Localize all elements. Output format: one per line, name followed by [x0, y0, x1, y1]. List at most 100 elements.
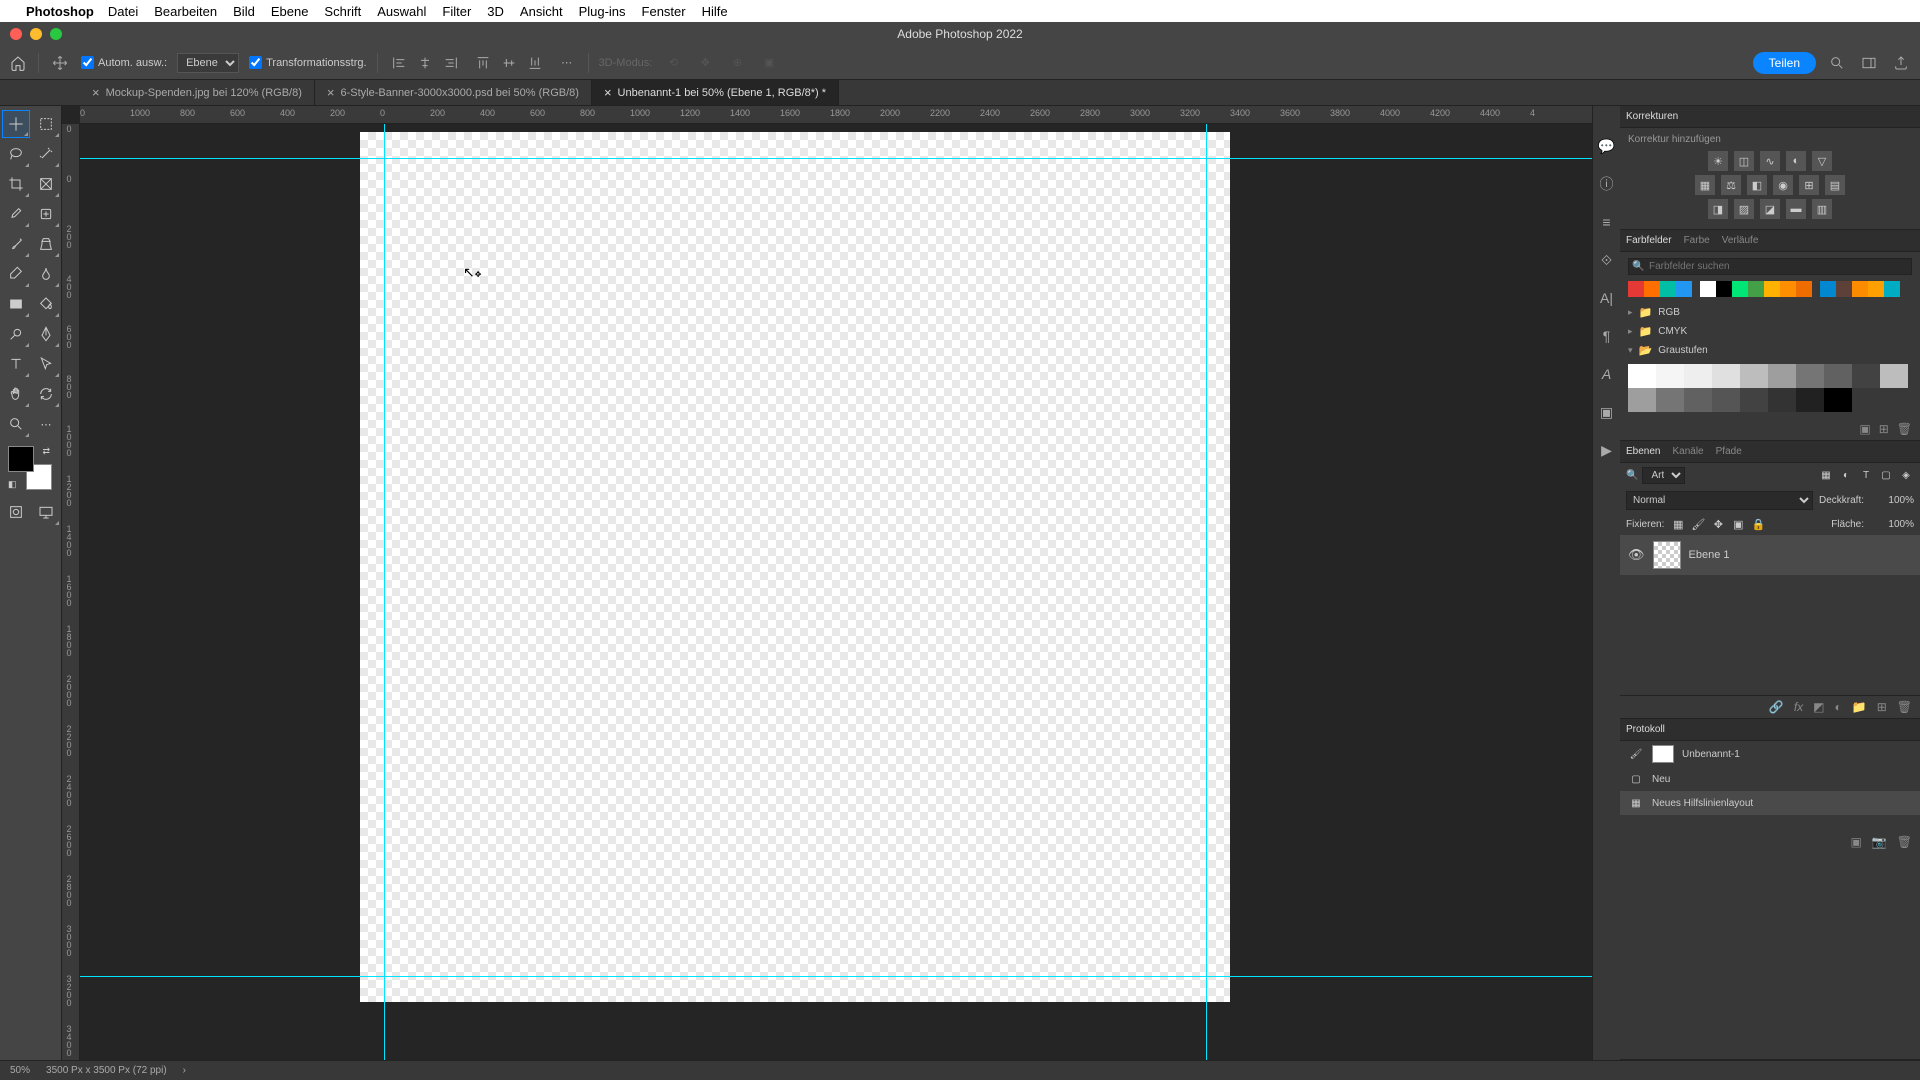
layer-thumbnail[interactable]	[1653, 541, 1681, 569]
panel-tab-farbe[interactable]: Farbe	[1684, 235, 1710, 246]
panel-tab-kanale[interactable]: Kanäle	[1672, 446, 1703, 457]
history-step[interactable]: ▦ Neues Hilfslinienlayout	[1620, 791, 1920, 815]
filter-shape-icon[interactable]: ▢	[1878, 468, 1894, 484]
menu-auswahl[interactable]: Auswahl	[377, 4, 426, 19]
history-document[interactable]: 🖌 Unbenannt-1	[1620, 741, 1920, 767]
glyphs-panel-icon[interactable]: A	[1597, 364, 1617, 384]
new-swatch-icon[interactable]: ⊞	[1879, 422, 1889, 436]
swatch[interactable]	[1732, 281, 1748, 297]
filter-type-icon[interactable]: T	[1858, 468, 1874, 484]
home-icon[interactable]	[8, 53, 28, 73]
swatch[interactable]	[1852, 364, 1880, 388]
comments-panel-icon[interactable]: 💬	[1597, 136, 1617, 156]
move-tool-icon[interactable]	[49, 52, 71, 74]
menu-schrift[interactable]: Schrift	[324, 4, 361, 19]
paragraph-panel-icon[interactable]: ¶	[1597, 326, 1617, 346]
history-brush-icon[interactable]: 🖌	[1628, 746, 1644, 762]
default-colors-icon[interactable]: ◧	[8, 479, 17, 490]
dodge-tool[interactable]	[2, 320, 30, 348]
black-white-icon[interactable]: ◧	[1747, 175, 1767, 195]
swatch[interactable]	[1868, 281, 1884, 297]
info-panel-icon[interactable]: ⓘ	[1597, 174, 1617, 194]
swatch[interactable]	[1884, 281, 1900, 297]
swatch[interactable]	[1796, 364, 1824, 388]
color-lookup-icon[interactable]: ▤	[1825, 175, 1845, 195]
swatch[interactable]	[1880, 364, 1908, 388]
align-left-icon[interactable]	[388, 52, 410, 74]
new-adjustment-layer-icon[interactable]: ◐	[1835, 700, 1842, 714]
auto-select-checkbox[interactable]: Autom. ausw.:	[81, 56, 167, 69]
lasso-tool[interactable]	[2, 140, 30, 168]
channel-mixer-icon[interactable]: ⊞	[1799, 175, 1819, 195]
align-top-icon[interactable]	[472, 52, 494, 74]
share-button[interactable]: Teilen	[1753, 52, 1816, 74]
lock-artboard-icon[interactable]: ▣	[1730, 516, 1746, 532]
more-options-icon[interactable]: ⋯	[556, 52, 578, 74]
ruler-horizontal[interactable]: 0100080060040020002004006008001000120014…	[80, 106, 1592, 124]
blend-mode-dropdown[interactable]: Normal	[1626, 491, 1813, 510]
gradient-map-icon[interactable]: ▬	[1786, 199, 1806, 219]
guide-horizontal[interactable]	[80, 976, 1592, 977]
swatch[interactable]	[1824, 364, 1852, 388]
swatch[interactable]	[1656, 388, 1684, 412]
panel-tab-farbfelder[interactable]: Farbfelder	[1626, 235, 1672, 246]
swatch[interactable]	[1836, 281, 1852, 297]
swap-colors-icon[interactable]: ⇄	[42, 446, 50, 457]
layer-mask-icon[interactable]: ◩	[1813, 700, 1824, 714]
panel-tab-protokoll[interactable]: Protokoll	[1626, 724, 1665, 735]
close-tab-icon[interactable]: ×	[92, 85, 100, 100]
selective-color-icon[interactable]: ▥	[1812, 199, 1832, 219]
layer-filter-dropdown[interactable]: Art	[1642, 467, 1685, 484]
doc-tab[interactable]: ×6-Style-Banner-3000x3000.psd bei 50% (R…	[315, 80, 592, 105]
vibrance-icon[interactable]: ▽	[1812, 151, 1832, 171]
quick-mask-tool[interactable]	[2, 498, 30, 526]
swatch[interactable]	[1628, 364, 1656, 388]
layer-visibility-icon[interactable]: 👁	[1628, 547, 1645, 563]
swatch[interactable]	[1716, 281, 1732, 297]
gradient-tool[interactable]	[32, 260, 60, 288]
history-step[interactable]: ▢ Neu	[1620, 767, 1920, 791]
transform-checkbox[interactable]: Transformationsstrg.	[249, 56, 366, 69]
align-right-icon[interactable]	[440, 52, 462, 74]
viewport[interactable]: ↖✥	[80, 124, 1592, 1060]
filter-pixel-icon[interactable]: ▦	[1818, 468, 1834, 484]
filter-adjustment-icon[interactable]: ◐	[1838, 468, 1854, 484]
swatch[interactable]	[1676, 281, 1692, 297]
zoom-tool[interactable]	[2, 410, 30, 438]
swatch-group-rgb[interactable]: ▸📁RGB	[1628, 303, 1912, 322]
menu-3d[interactable]: 3D	[487, 4, 504, 19]
character-panel-icon[interactable]: A|	[1597, 288, 1617, 308]
swatch[interactable]	[1656, 364, 1684, 388]
swatch[interactable]	[1712, 388, 1740, 412]
rectangle-tool[interactable]	[2, 290, 30, 318]
swatch-group-cmyk[interactable]: ▸📁CMYK	[1628, 322, 1912, 341]
new-layer-icon[interactable]: ⊞	[1877, 700, 1887, 714]
hue-saturation-icon[interactable]: ▦	[1695, 175, 1715, 195]
swatch[interactable]	[1684, 364, 1712, 388]
properties-panel-icon[interactable]: ≡	[1597, 212, 1617, 232]
swatch[interactable]	[1740, 364, 1768, 388]
align-center-h-icon[interactable]	[414, 52, 436, 74]
levels-icon[interactable]: ◫	[1734, 151, 1754, 171]
menu-ansicht[interactable]: Ansicht	[520, 4, 563, 19]
align-bottom-icon[interactable]	[524, 52, 546, 74]
swatch[interactable]	[1768, 364, 1796, 388]
maximize-window-button[interactable]	[50, 28, 62, 40]
menu-ebene[interactable]: Ebene	[271, 4, 309, 19]
crop-tool[interactable]	[2, 170, 30, 198]
swatch[interactable]	[1852, 281, 1868, 297]
path-selection-tool[interactable]	[32, 350, 60, 378]
info-chevron-icon[interactable]: ›	[183, 1065, 186, 1076]
eraser-tool[interactable]	[2, 260, 30, 288]
close-tab-icon[interactable]: ×	[604, 85, 612, 100]
swatch[interactable]	[1820, 281, 1836, 297]
swatch[interactable]	[1768, 388, 1796, 412]
menubar-app-name[interactable]: Photoshop	[26, 4, 94, 19]
filter-smart-icon[interactable]: ◈	[1898, 468, 1914, 484]
libraries-panel-icon[interactable]: ▣	[1597, 402, 1617, 422]
link-layers-icon[interactable]: 🔗	[1769, 700, 1784, 714]
edit-toolbar[interactable]: ⋯	[32, 410, 60, 438]
menu-fenster[interactable]: Fenster	[642, 4, 686, 19]
swatch[interactable]	[1712, 364, 1740, 388]
align-center-v-icon[interactable]	[498, 52, 520, 74]
